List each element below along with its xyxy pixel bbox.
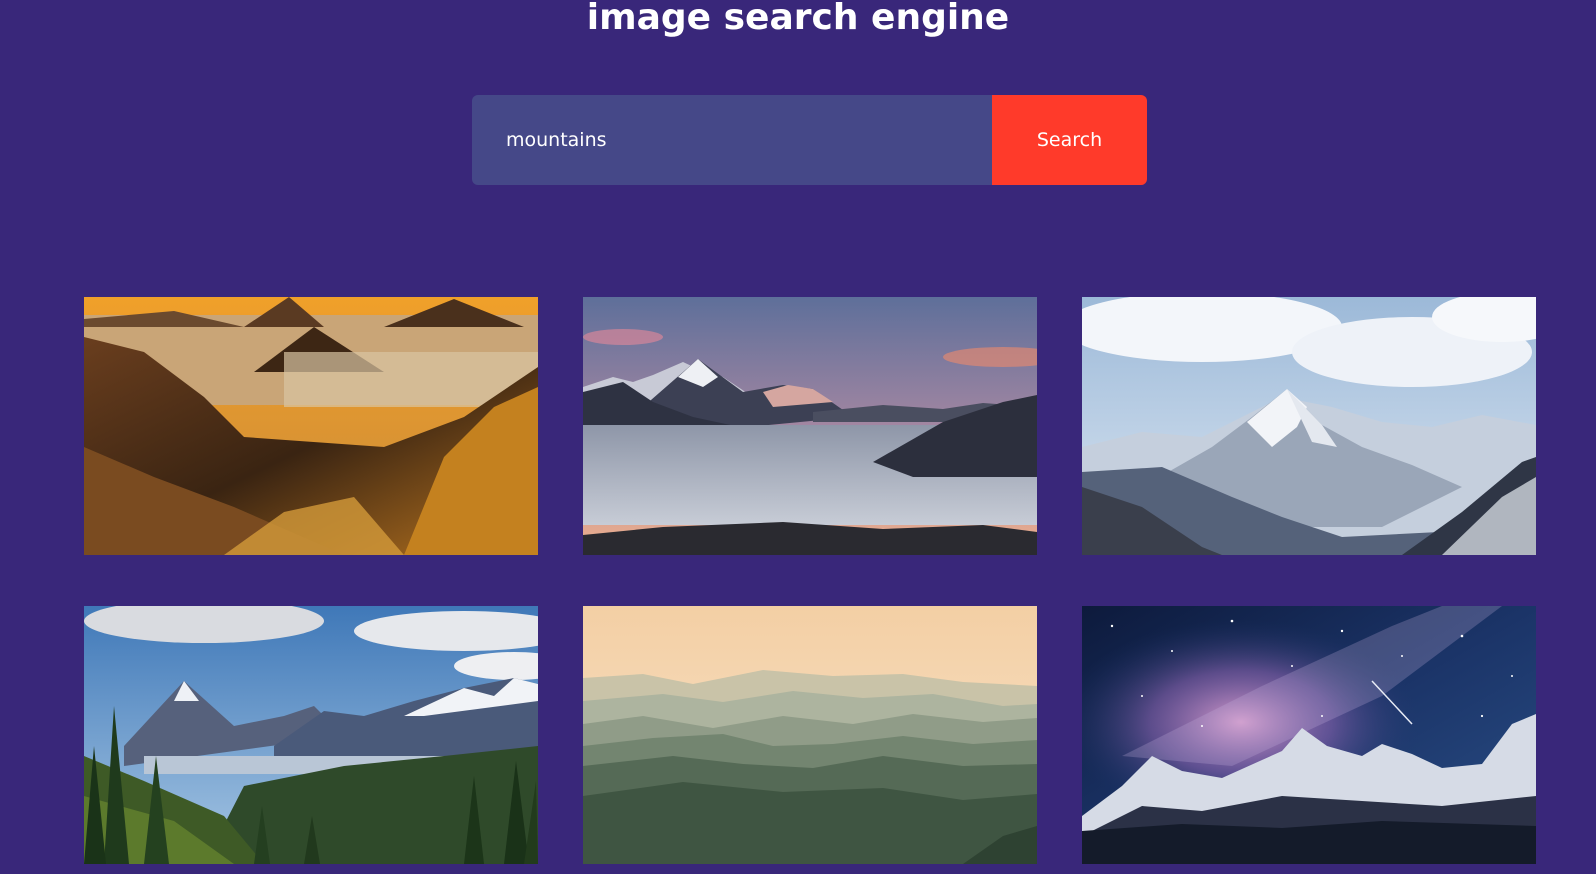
snowy-peak-image	[1082, 297, 1536, 555]
results-grid	[84, 297, 1536, 864]
desert-mountains-image	[84, 297, 538, 555]
cloud-sea-mountains-image	[583, 297, 1037, 555]
page: image search engine Search	[0, 0, 1596, 874]
result-image[interactable]	[84, 606, 538, 864]
misty-hills-image	[583, 606, 1037, 864]
search-input[interactable]	[472, 95, 992, 185]
result-image[interactable]	[583, 606, 1037, 864]
search-button[interactable]: Search	[992, 95, 1147, 185]
result-image[interactable]	[84, 297, 538, 555]
forest-valley-image	[84, 606, 538, 864]
result-image[interactable]	[583, 297, 1037, 555]
result-image[interactable]	[1082, 297, 1536, 555]
page-title: image search engine	[586, 0, 1010, 38]
milky-way-mountains-image	[1082, 606, 1536, 864]
result-image[interactable]	[1082, 606, 1536, 864]
search-form: Search	[472, 95, 1147, 185]
